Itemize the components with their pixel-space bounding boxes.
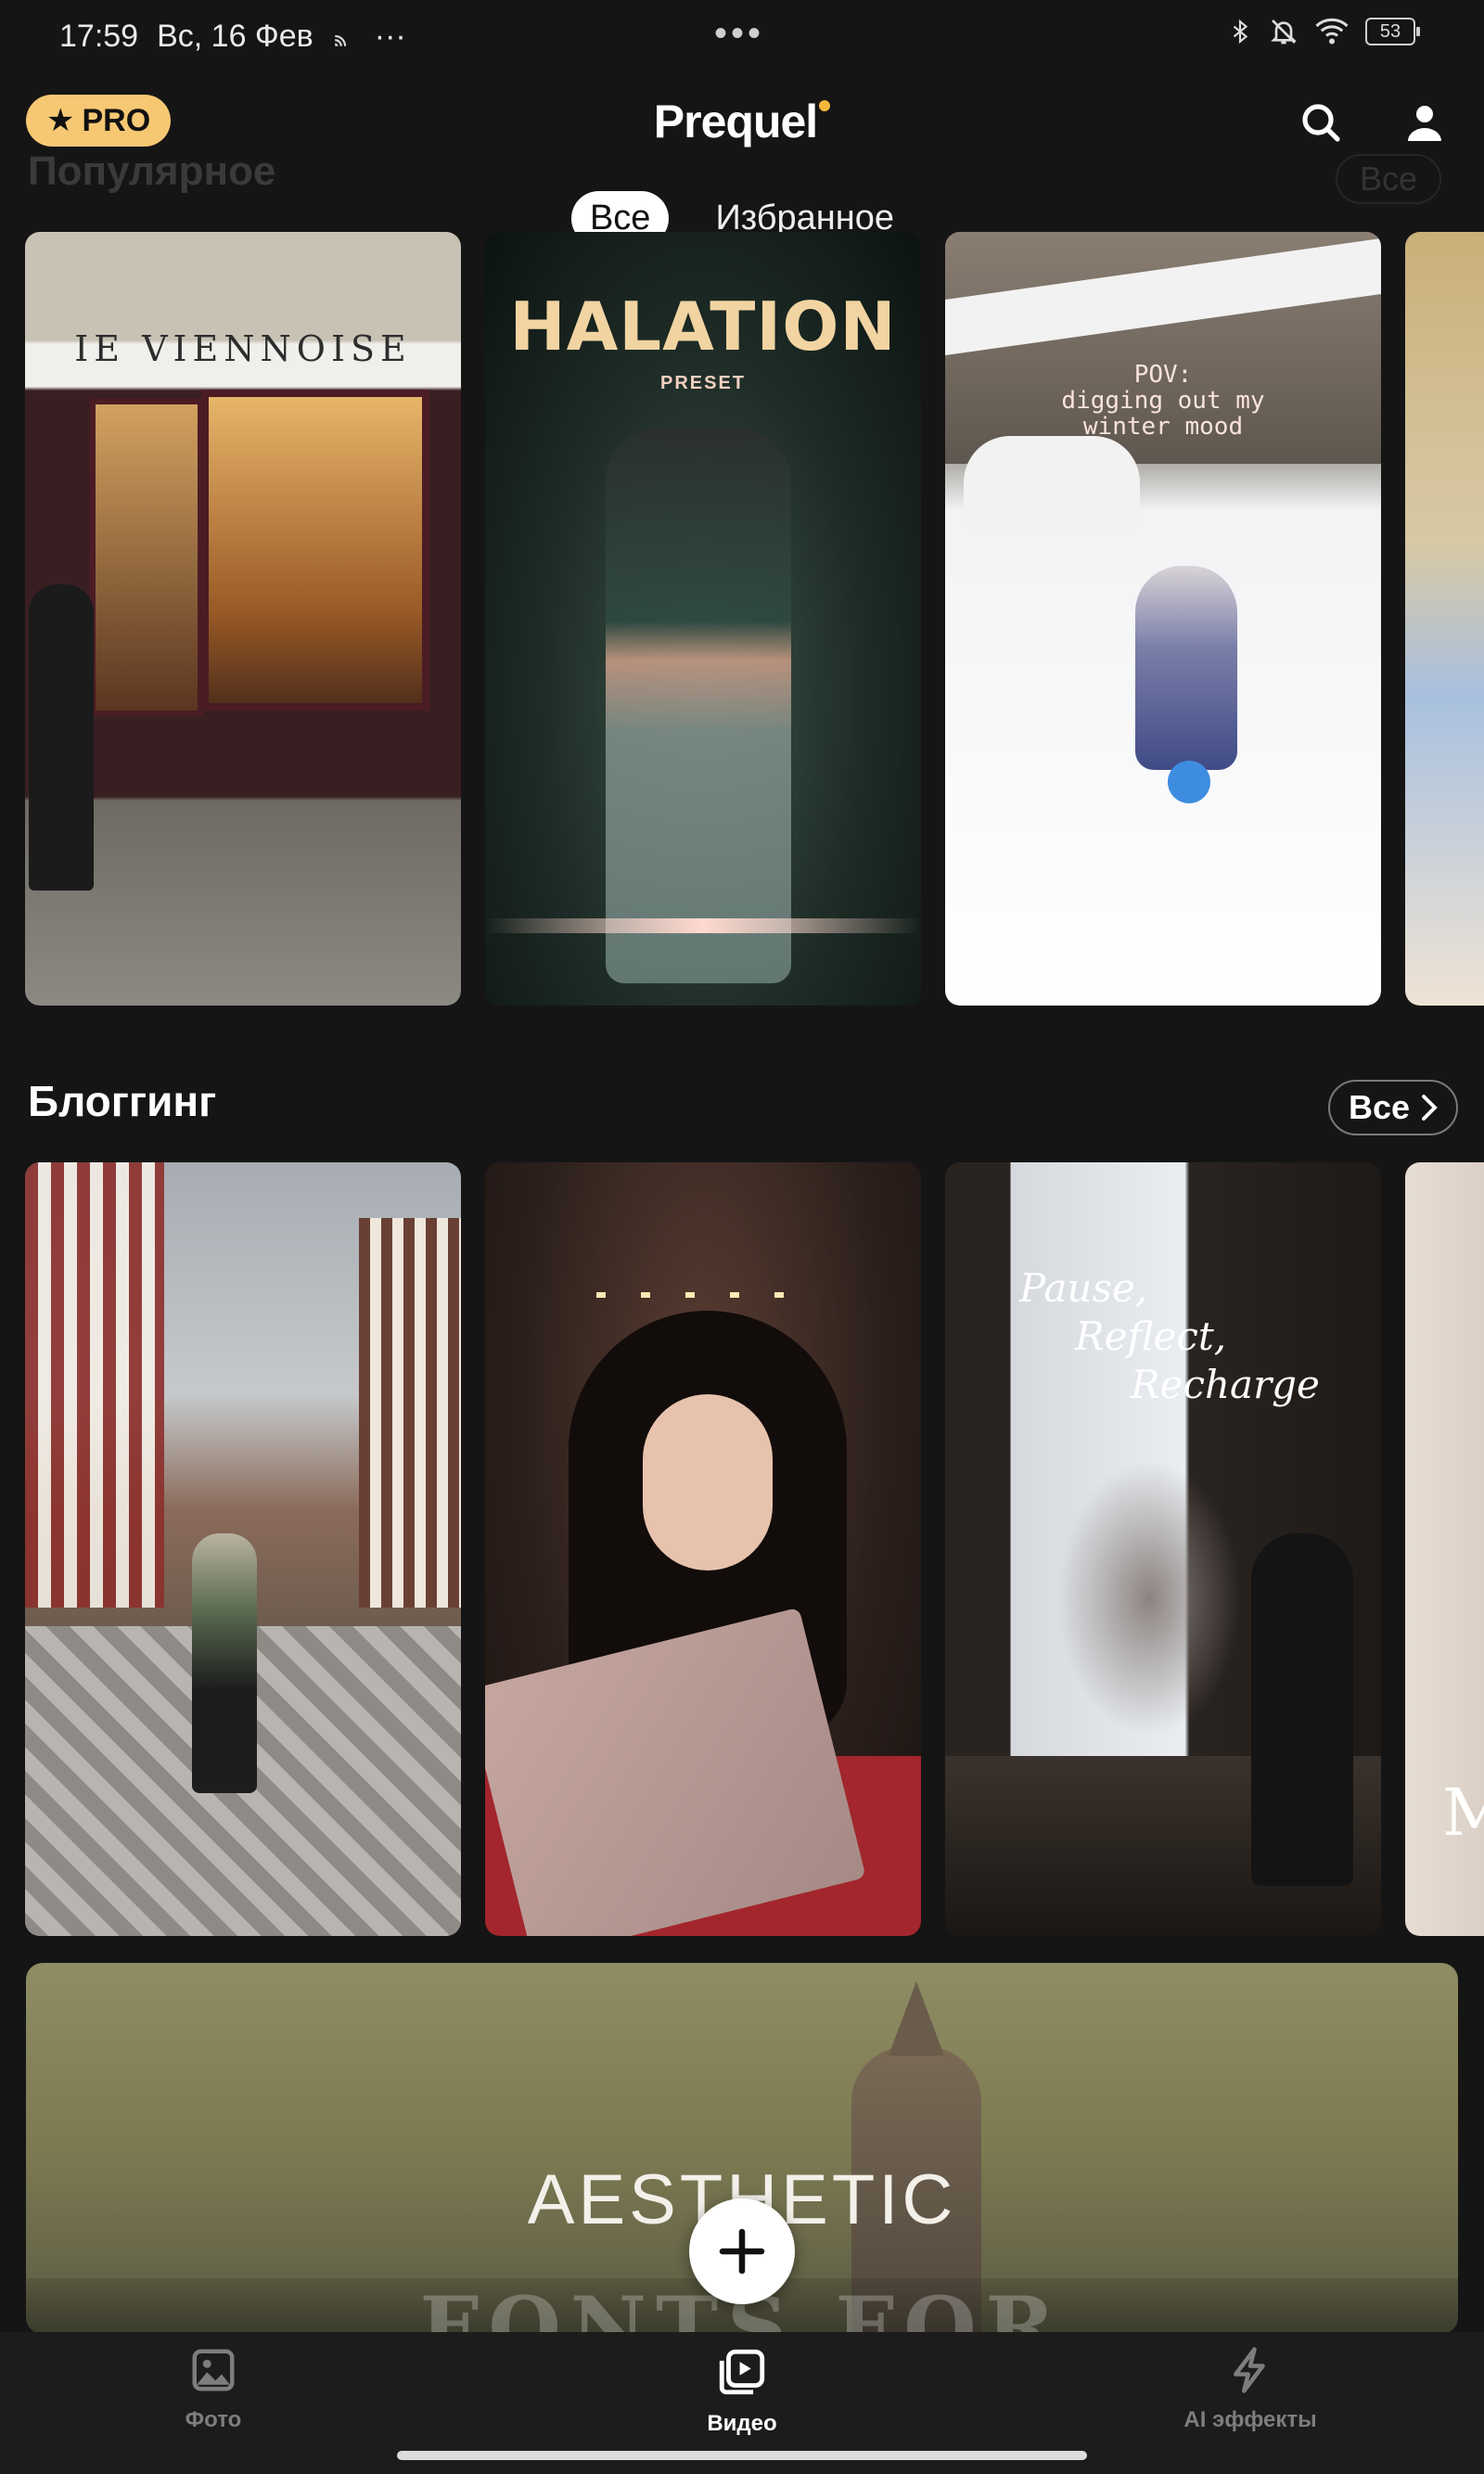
template-card[interactable]: Pause, Reflect, Recharge bbox=[945, 1162, 1381, 1936]
nav-photo-label: Фото bbox=[185, 2407, 242, 2432]
popular-row: IE VIENNOISE HALATION PRESET POV: diggin… bbox=[0, 232, 1484, 1011]
card-walker bbox=[192, 1533, 257, 1793]
search-icon[interactable] bbox=[1298, 100, 1343, 145]
card-person bbox=[29, 584, 94, 891]
battery-icon: 53 bbox=[1365, 18, 1420, 45]
cast-icon bbox=[335, 34, 346, 46]
template-card[interactable]: HALATION PRESET bbox=[485, 232, 921, 1006]
blogging-row: Pause, Reflect, Recharge M bbox=[0, 1162, 1484, 1942]
nav-ai-effects-label: AI эффекты bbox=[1183, 2407, 1317, 2432]
template-card[interactable] bbox=[1405, 232, 1484, 1006]
card-caption-line: winter mood bbox=[1082, 413, 1244, 441]
card-shop-window bbox=[201, 390, 429, 711]
card-car bbox=[964, 436, 1140, 538]
card-script-text: Pause, Reflect, Recharge bbox=[1019, 1264, 1320, 1409]
template-card[interactable]: POV: digging out my winter mood bbox=[945, 232, 1381, 1006]
card-sign-text: IE VIENNOISE bbox=[74, 328, 412, 369]
template-card[interactable] bbox=[485, 1162, 921, 1936]
script-line: Pause, bbox=[1019, 1265, 1148, 1311]
card-light-flare bbox=[485, 918, 921, 933]
chevron-right-icon bbox=[1422, 1095, 1438, 1121]
card-figure bbox=[606, 427, 791, 983]
status-bar: 17:59 Вс, 16 Фев ··· ••• 53 bbox=[0, 0, 1484, 74]
template-card[interactable]: IE VIENNOISE bbox=[25, 232, 461, 1006]
plus-icon bbox=[719, 2228, 765, 2275]
profile-icon[interactable] bbox=[1402, 100, 1447, 145]
status-more-icon: ··· bbox=[374, 19, 406, 54]
app-logo: Prequel bbox=[0, 95, 1484, 148]
create-button[interactable] bbox=[689, 2198, 795, 2304]
card-subtitle: PRESET bbox=[659, 373, 747, 393]
photo-icon bbox=[192, 2349, 235, 2391]
template-card[interactable] bbox=[25, 1162, 461, 1936]
card-caption: POV: digging out my winter mood bbox=[945, 362, 1381, 440]
card-caption-line: digging out my bbox=[1061, 387, 1265, 415]
home-indicator[interactable] bbox=[397, 2451, 1087, 2460]
status-time: 17:59 bbox=[59, 19, 139, 54]
bluetooth-icon bbox=[1233, 19, 1248, 45]
status-center-dots: ••• bbox=[714, 13, 765, 54]
all-button-label: Все bbox=[1348, 1088, 1410, 1126]
template-card[interactable]: M bbox=[1405, 1162, 1484, 1936]
logo-dot bbox=[819, 100, 831, 111]
card-tree bbox=[1056, 1459, 1242, 1737]
card-kid bbox=[1135, 566, 1237, 770]
nav-ai-effects[interactable]: AI эффекты bbox=[1111, 2345, 1389, 2433]
bell-muted-icon bbox=[1271, 19, 1297, 45]
script-line: Reflect, bbox=[1075, 1314, 1227, 1359]
card-building-right bbox=[359, 1218, 461, 1608]
logo-text: Prequel bbox=[653, 96, 818, 147]
card-caption-line: POV: bbox=[1133, 361, 1193, 389]
card-door bbox=[90, 399, 203, 716]
card-title: HALATION bbox=[509, 288, 897, 365]
section-title-popular: Популярное bbox=[28, 148, 276, 194]
lightning-icon bbox=[1234, 2347, 1265, 2393]
nav-video[interactable]: Видео bbox=[603, 2345, 881, 2437]
blogging-all-button[interactable]: Все bbox=[1327, 1080, 1458, 1135]
card-building-left bbox=[25, 1162, 164, 1608]
card-woman bbox=[1251, 1533, 1353, 1886]
nav-video-label: Видео bbox=[707, 2411, 777, 2436]
card-shovel bbox=[1168, 761, 1210, 803]
card-letter: M bbox=[1442, 1775, 1484, 1851]
card-gift bbox=[485, 1607, 866, 1936]
card-face bbox=[643, 1394, 773, 1570]
status-date: Вс, 16 Фев bbox=[157, 19, 313, 54]
nav-photo[interactable]: Фото bbox=[74, 2345, 352, 2433]
video-icon bbox=[719, 2349, 765, 2395]
script-line: Recharge bbox=[1131, 1362, 1320, 1407]
card-candles bbox=[596, 1292, 819, 1298]
wifi-icon bbox=[1315, 19, 1349, 45]
section-title-blogging: Блоггинг bbox=[28, 1077, 217, 1125]
